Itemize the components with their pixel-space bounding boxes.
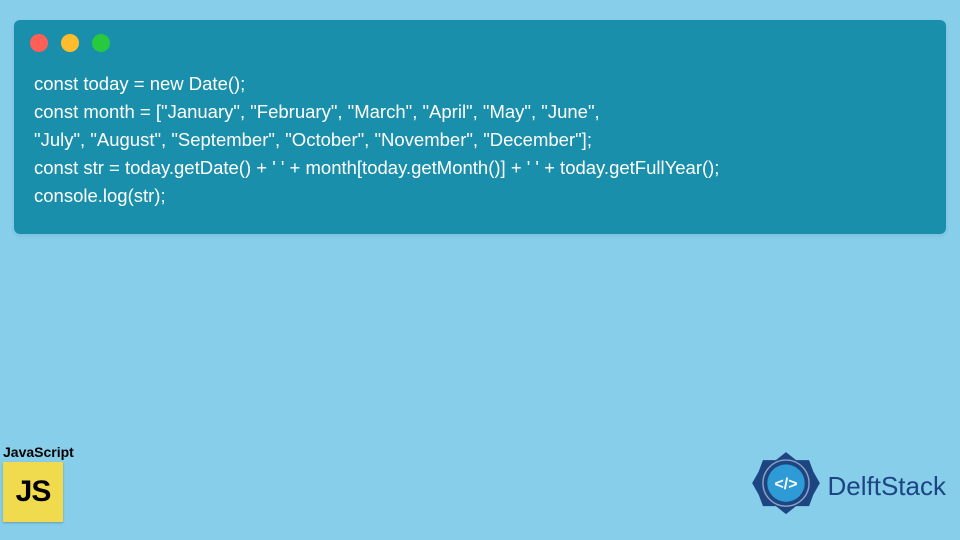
javascript-badge: JavaScript JS <box>3 444 85 522</box>
code-line: const str = today.getDate() + ' ' + mont… <box>34 157 719 178</box>
minimize-icon <box>61 34 79 52</box>
javascript-label: JavaScript <box>3 444 85 460</box>
code-line: "July", "August", "September", "October"… <box>34 129 592 150</box>
brand-name: DelftStack <box>828 471 947 502</box>
javascript-logo-text: JS <box>16 475 51 509</box>
code-line: const today = new Date(); <box>34 73 245 94</box>
javascript-logo-icon: JS <box>3 462 63 522</box>
code-block: const today = new Date(); const month = … <box>14 56 946 224</box>
maximize-icon <box>92 34 110 52</box>
brand-logo: </> DelftStack <box>750 450 947 522</box>
code-line: const month = ["January", "February", "M… <box>34 101 600 122</box>
brand-icon: </> <box>750 450 822 522</box>
code-window: const today = new Date(); const month = … <box>14 20 946 234</box>
close-icon <box>30 34 48 52</box>
code-line: console.log(str); <box>34 185 166 206</box>
window-titlebar <box>14 20 946 56</box>
svg-text:</>: </> <box>774 476 797 493</box>
